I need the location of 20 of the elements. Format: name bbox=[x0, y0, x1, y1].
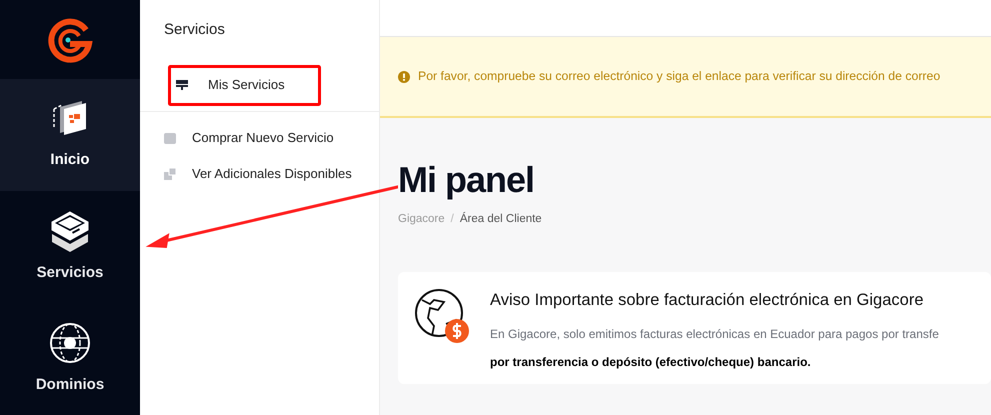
nav-item[interactable]: Servicios bbox=[0, 191, 140, 303]
logo-icon bbox=[46, 16, 94, 64]
bag-icon bbox=[164, 132, 176, 144]
notice-text: por transferencia o depósito (efectivo/cheque) bancario. bbox=[490, 354, 812, 372]
breadcrumb-current: Área del Cliente bbox=[460, 211, 542, 228]
submenu-item[interactable]: Comprar Nuevo Servicio bbox=[140, 120, 379, 156]
submenu-title: Servicios bbox=[163, 20, 226, 40]
nav-item[interactable]: Inicio bbox=[0, 79, 140, 191]
addons-icon bbox=[164, 168, 176, 180]
globe-icon bbox=[49, 322, 91, 364]
alert-text: Por favor, compruebe su correo electrónico y siga el enlace para verificar su dirección de correo bbox=[418, 68, 940, 86]
breadcrumb-separator: / bbox=[450, 212, 454, 228]
warning-icon bbox=[398, 70, 410, 82]
nav-item[interactable]: Dominios bbox=[0, 303, 140, 415]
server-icon bbox=[176, 80, 188, 90]
server-stack-icon bbox=[50, 210, 90, 252]
notice-text: En Gigacore, solo emitimos facturas electrónicas en Ecuador para pagos por transfe bbox=[490, 326, 939, 344]
notice-title: Aviso Importante sobre facturación electrónica en Gigacore bbox=[490, 290, 925, 312]
submenu-item[interactable]: Mis Servicios bbox=[140, 58, 379, 112]
submenu-item[interactable]: Ver Adicionales Disponibles bbox=[140, 156, 379, 192]
